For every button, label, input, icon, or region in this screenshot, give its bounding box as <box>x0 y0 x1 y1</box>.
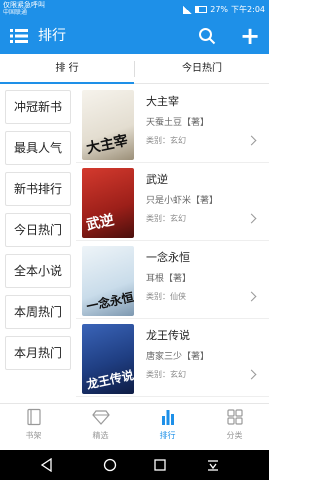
list-item[interactable]: 武逆 武逆 只是小虾米【著】 类别：玄幻 <box>76 163 269 241</box>
search-icon[interactable] <box>198 27 216 45</box>
recent-apps-icon[interactable] <box>153 458 167 472</box>
sidebar-item-monthly-hot[interactable]: 本月热门 <box>5 336 71 370</box>
nav-label-ranking: 排行 <box>159 431 176 440</box>
nav-label-featured: 精选 <box>92 431 109 440</box>
grid-icon <box>226 409 243 425</box>
nav-label-category: 分类 <box>226 431 243 440</box>
sidebar-item-completed[interactable]: 全本小说 <box>5 254 71 288</box>
clock: 下午2:04 <box>231 5 265 14</box>
book-author: 耳根【著】 <box>146 274 192 284</box>
tab-bar: 排 行 今日热门 <box>0 54 269 84</box>
book-cover: 一念永恒 <box>82 246 134 316</box>
book-author: 只是小虾米【著】 <box>146 196 219 206</box>
sidebar-item-today-hot[interactable]: 今日热门 <box>5 213 71 247</box>
list-menu-icon[interactable] <box>10 28 28 44</box>
sidebar-item-most-popular[interactable]: 最具人气 <box>5 131 71 165</box>
nav-label-bookshelf: 书架 <box>25 431 42 440</box>
app-bar: 排行 + <box>0 18 269 54</box>
book-list: 大主宰 大主宰 天蚕土豆【著】 类别：玄幻 武逆 武逆 只是小虾米【著】 类别：… <box>76 85 269 403</box>
book-title: 武逆 <box>146 173 168 186</box>
book-category: 类别：玄幻 <box>146 136 186 145</box>
nav-ranking[interactable]: 排行 <box>134 408 201 448</box>
chevron-right-icon <box>246 369 257 380</box>
tab-ranking[interactable]: 排 行 <box>0 54 134 84</box>
chevron-right-icon <box>246 135 257 146</box>
status-bar: 仅限紧急呼叫 中国联通 27% 下午2:04 <box>0 0 269 18</box>
system-nav-bar <box>0 450 269 480</box>
book-title: 大主宰 <box>146 95 179 108</box>
book-author: 天蚕土豆【著】 <box>146 118 210 128</box>
book-category: 类别：玄幻 <box>146 370 186 379</box>
nav-bookshelf[interactable]: 书架 <box>0 408 67 448</box>
carrier-info: 仅限紧急呼叫 中国联通 <box>3 1 45 17</box>
book-category: 类别：仙侠 <box>146 292 186 301</box>
chevron-right-icon <box>246 291 257 302</box>
list-item[interactable]: 龙王传说 龙王传说 唐家三少【著】 类别：玄幻 <box>76 319 269 397</box>
carrier-line2: 中国联通 <box>3 9 28 16</box>
signal-icon <box>183 5 193 14</box>
tab-today-hot[interactable]: 今日热门 <box>135 54 269 84</box>
book-cover: 武逆 <box>82 168 134 238</box>
diamond-icon <box>91 410 110 425</box>
book-cover: 大主宰 <box>82 90 134 160</box>
sidebar-item-weekly-hot[interactable]: 本周热门 <box>5 295 71 329</box>
add-icon[interactable]: + <box>240 24 260 48</box>
back-icon[interactable] <box>40 458 54 472</box>
status-indicators: 27% 下午2:04 <box>183 4 265 15</box>
home-icon[interactable] <box>103 458 117 472</box>
sidebar-item-new-books[interactable]: 新书排行 <box>5 172 71 206</box>
nav-featured[interactable]: 精选 <box>67 408 134 448</box>
bookshelf-icon <box>26 408 41 426</box>
book-author: 唐家三少【著】 <box>146 352 210 362</box>
chevron-right-icon <box>246 213 257 224</box>
bar-chart-icon <box>161 410 174 425</box>
nav-category[interactable]: 分类 <box>201 408 268 448</box>
list-item[interactable]: 大主宰 大主宰 天蚕土豆【著】 类别：玄幻 <box>76 85 269 163</box>
bottom-nav: 书架 精选 排行 分类 <box>0 403 269 450</box>
book-title: 龙王传说 <box>146 329 190 342</box>
sidebar-item-new-rising[interactable]: 冲冠新书 <box>5 90 71 124</box>
battery-level: 27% <box>210 5 229 14</box>
page-title: 排行 <box>38 28 66 44</box>
notification-pull-icon[interactable] <box>206 458 220 472</box>
carrier-line1: 仅限紧急呼叫 <box>3 1 45 9</box>
list-item[interactable]: 一念永恒 一念永恒 耳根【著】 类别：仙侠 <box>76 241 269 319</box>
book-cover: 龙王传说 <box>82 324 134 394</box>
battery-icon <box>195 6 208 13</box>
book-category: 类别：玄幻 <box>146 214 186 223</box>
ranking-sidebar: 冲冠新书 最具人气 新书排行 今日热门 全本小说 本周热门 本月热门 <box>0 85 75 403</box>
book-title: 一念永恒 <box>146 251 190 264</box>
